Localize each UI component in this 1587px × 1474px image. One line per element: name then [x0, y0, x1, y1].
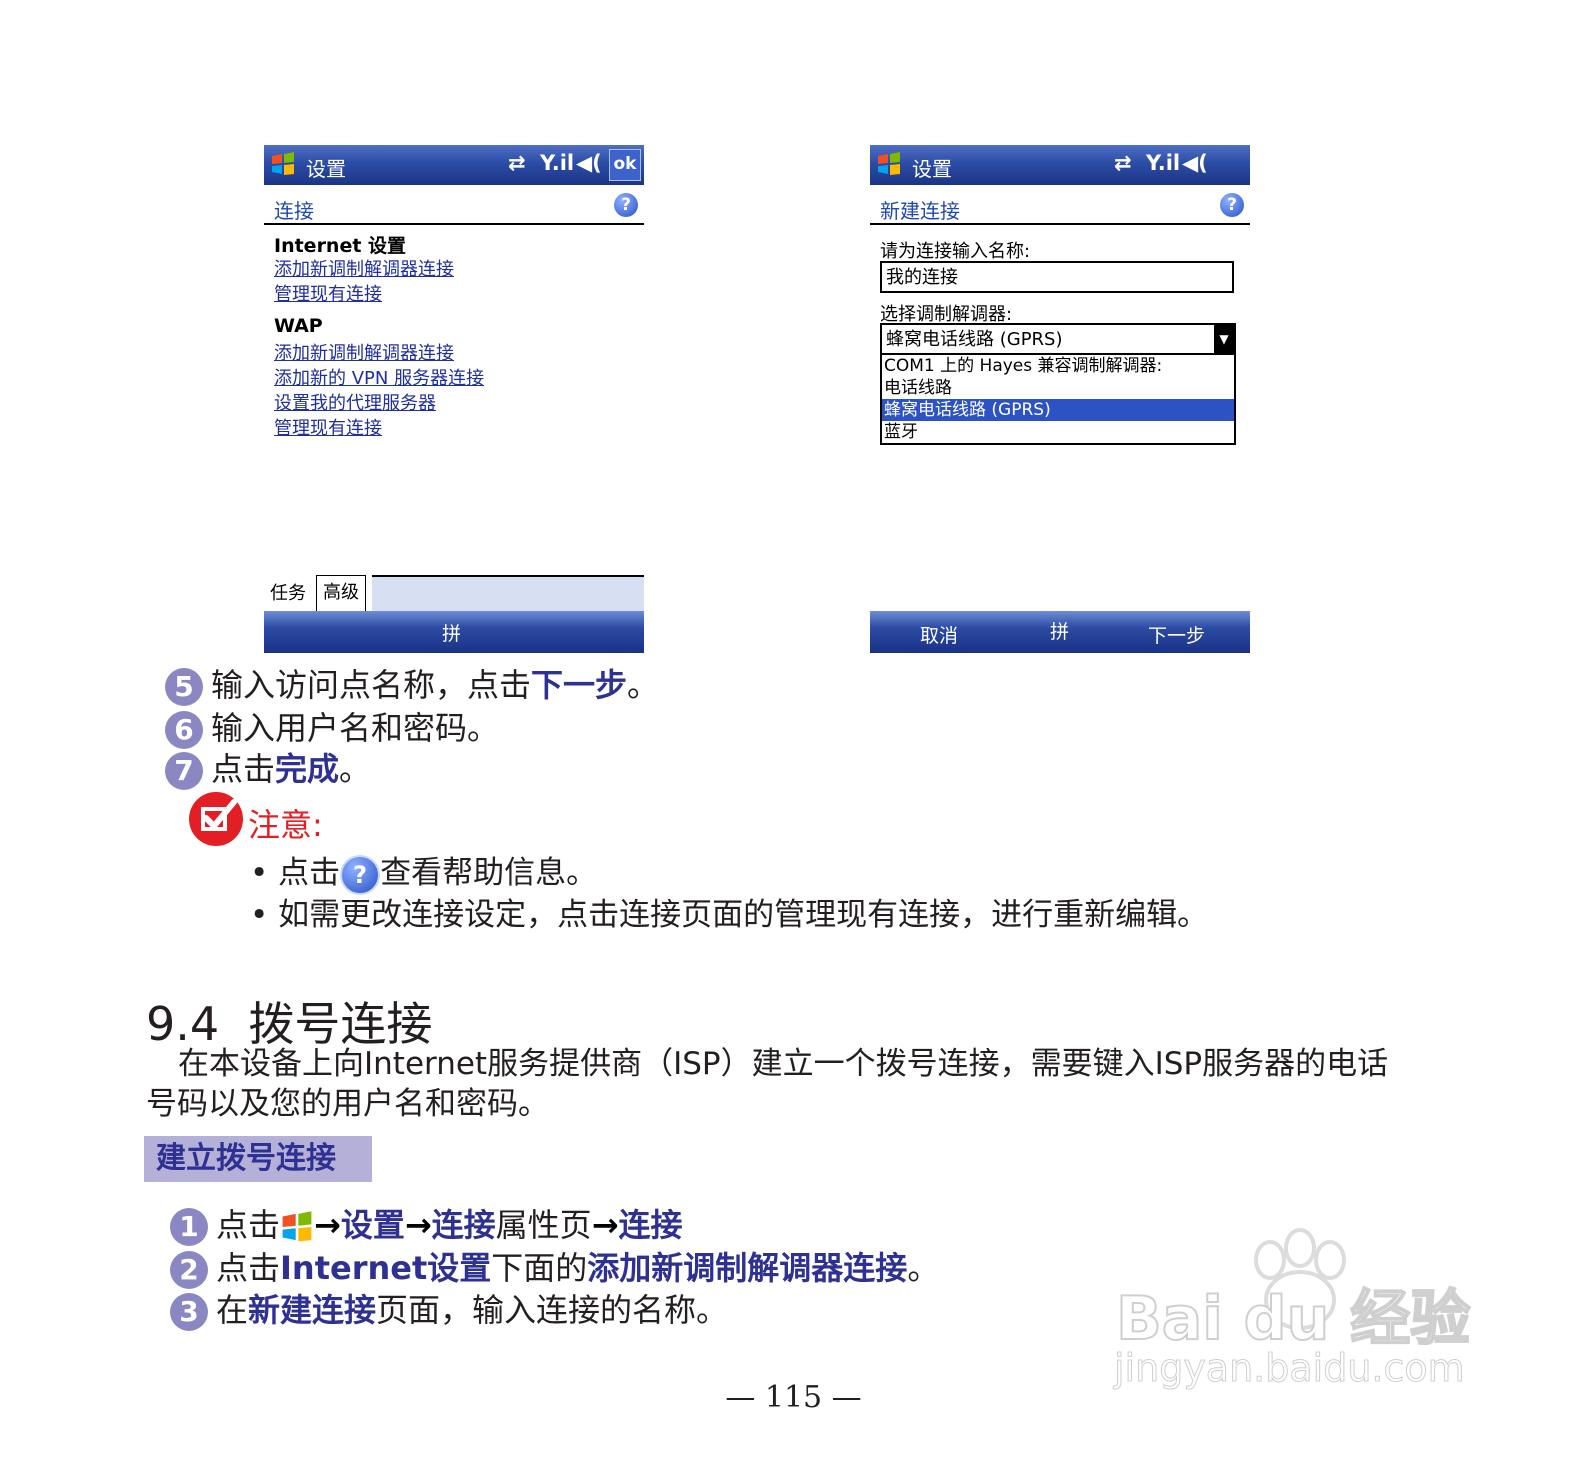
step-highlight: 下一步 — [531, 666, 628, 704]
page-subheader: 新建连接 ? — [870, 185, 1250, 225]
title-bar: 设置 ⇄ Y.il ◀( — [870, 145, 1250, 185]
step-3: 3 在新建连接页面，输入连接的名称。 — [170, 1285, 728, 1331]
modem-dropdown-list: COM1 上的 Hayes 兼容调制解调器: 电话线路 蜂窝电话线路 (GPRS… — [880, 353, 1236, 445]
window-title: 设置 — [306, 157, 346, 181]
step-text: 属性页 — [495, 1206, 592, 1244]
step-highlight: 连接 — [431, 1206, 496, 1244]
link-add-modem-connection[interactable]: 添加新调制解调器连接 — [274, 255, 454, 281]
page-number: — 115 — — [725, 1380, 862, 1415]
link-wap-manage-connections[interactable]: 管理现有连接 — [274, 414, 382, 440]
arrow-icon: → — [314, 1206, 341, 1244]
step-text-end: 。 — [627, 666, 660, 704]
step-6: 6 输入用户名和密码。 — [165, 703, 499, 749]
modem-selected-value: 蜂窝电话线路 (GPRS) — [886, 329, 1063, 350]
title-bar: 设置 ⇄ Y.il ◀( ok — [264, 145, 644, 185]
link-add-vpn-connection[interactable]: 添加新的 VPN 服务器连接 — [274, 364, 484, 390]
link-set-proxy-server[interactable]: 设置我的代理服务器 — [274, 389, 436, 415]
section-paragraph: 在本设备上向Internet服务提供商（ISP）建立一个拨号连接，需要键入ISP… — [146, 1044, 1416, 1124]
modem-option[interactable]: 电话线路 — [882, 377, 1234, 399]
windows-start-icon[interactable] — [270, 151, 296, 177]
subsection-band: 建立拨号连接 — [144, 1136, 372, 1182]
window-title: 设置 — [912, 157, 952, 181]
tab-tasks[interactable]: 任务 — [270, 579, 306, 605]
step-text: 输入访问点名称，点击 — [211, 666, 532, 704]
arrow-icon: → — [591, 1206, 619, 1244]
right-phone-screen: 设置 ⇄ Y.il ◀( 新建连接 ? 请为连接输入名称: 我的连接 选择调制解… — [870, 145, 1250, 653]
modem-option[interactable]: COM1 上的 Hayes 兼容调制解调器: — [882, 355, 1234, 377]
step-5: 5 输入访问点名称，点击下一步。 — [165, 660, 659, 706]
step-text: 下面的 — [491, 1249, 588, 1287]
modem-select[interactable]: 蜂窝电话线路 (GPRS) ▼ — [880, 323, 1236, 355]
arrow-icon: → — [404, 1206, 432, 1244]
step-highlight: 新建连接 — [248, 1291, 377, 1329]
step-number: 1 — [170, 1208, 208, 1246]
windows-start-icon[interactable] — [876, 151, 902, 177]
step-1: 1 点击 →设置→连接属性页→连接 — [170, 1200, 683, 1246]
section-heading-internet: Internet 设置 — [274, 235, 407, 257]
bullet-text: 点击 — [278, 855, 341, 891]
chevron-down-icon[interactable]: ▼ — [1214, 325, 1234, 353]
page-subheader: 连接 ? — [264, 185, 644, 225]
bullet-text: 如需更改连接设定，点击连接页面的管理现有连接，进行重新编辑。 — [278, 897, 1209, 933]
soft-key-bar: 拼 — [264, 611, 644, 653]
link-manage-connections[interactable]: 管理现有连接 — [274, 280, 382, 306]
step-text-end: 页面，输入连接的名称。 — [376, 1291, 729, 1329]
tab-advanced[interactable]: 高级 — [316, 575, 366, 613]
note-bullet-1: • 点击? 查看帮助信息。 — [250, 847, 597, 895]
step-text-end: 。 — [339, 750, 372, 788]
step-highlight: 设置 — [340, 1206, 405, 1244]
section-heading-wap: WAP — [274, 315, 323, 337]
step-text: 点击 — [216, 1249, 281, 1287]
help-icon[interactable]: ? — [1220, 193, 1244, 217]
baidu-jingyan-watermark: Bai du 经验 jingyan.baidu.com — [1110, 1220, 1490, 1400]
watermark-brand: Bai du 经验 — [1115, 1283, 1471, 1355]
step-text-end: 。 — [907, 1249, 940, 1287]
step-number: 7 — [165, 752, 203, 790]
page-title: 新建连接 — [880, 199, 960, 223]
paragraph-text: 在本设备上向Internet服务提供商（ISP）建立一个拨号连接，需要键入ISP… — [146, 1046, 1389, 1122]
modem-option[interactable]: 蓝牙 — [882, 421, 1234, 443]
note-checkbox-icon — [189, 792, 243, 846]
volume-icon[interactable]: ◀( — [576, 151, 602, 175]
connectivity-icon[interactable]: ⇄ — [508, 151, 526, 175]
step-number: 3 — [170, 1293, 208, 1331]
connectivity-icon[interactable]: ⇄ — [1114, 151, 1132, 175]
help-icon[interactable]: ? — [614, 193, 638, 217]
windows-start-icon — [282, 1211, 312, 1242]
next-button[interactable]: 下一步 — [1148, 621, 1205, 648]
note-title: 注意: — [248, 806, 323, 844]
step-number: 5 — [165, 668, 203, 706]
tab-strip-fill — [372, 575, 644, 611]
step-7: 7 点击完成。 — [165, 744, 371, 790]
left-phone-screen: 设置 ⇄ Y.il ◀( ok 连接 ? Internet 设置 添加新调制解调… — [264, 145, 644, 653]
signal-icon[interactable]: Y.il — [1146, 151, 1180, 175]
ok-button[interactable]: ok — [609, 149, 641, 181]
modem-option-selected[interactable]: 蜂窝电话线路 (GPRS) — [882, 399, 1234, 421]
soft-key-bar: 取消 拼 下一步 — [870, 611, 1250, 653]
section-number: 9.4 — [146, 997, 220, 1051]
step-text: 点击 — [211, 750, 276, 788]
volume-icon[interactable]: ◀( — [1182, 151, 1208, 175]
input-method-button[interactable]: 拼 — [1050, 617, 1069, 644]
step-2: 2 点击Internet设置下面的添加新调制解调器连接。 — [170, 1243, 939, 1289]
note-bullet-2: • 如需更改连接设定，点击连接页面的管理现有连接，进行重新编辑。 — [250, 897, 1209, 933]
section-title: 拨号连接 — [248, 997, 433, 1051]
input-method-button[interactable]: 拼 — [442, 619, 461, 646]
step-text: 点击 — [216, 1206, 281, 1244]
signal-icon[interactable]: Y.il — [540, 151, 574, 175]
connection-name-input[interactable]: 我的连接 — [880, 261, 1234, 293]
bullet-text-end: 查看帮助信息。 — [380, 855, 598, 891]
cancel-button[interactable]: 取消 — [920, 621, 958, 648]
step-highlight: 完成 — [275, 750, 340, 788]
step-text: 输入用户名和密码。 — [211, 709, 500, 747]
tab-strip: 任务 高级 — [264, 575, 644, 613]
step-text: 在 — [216, 1291, 249, 1329]
link-wap-add-modem-connection[interactable]: 添加新调制解调器连接 — [274, 339, 454, 365]
step-number: 2 — [170, 1251, 208, 1289]
step-highlight: Internet设置 — [280, 1249, 492, 1287]
page-title: 连接 — [274, 199, 314, 223]
connection-name-label: 请为连接输入名称: — [880, 241, 1031, 262]
step-highlight: 添加新调制解调器连接 — [587, 1249, 908, 1287]
step-highlight: 连接 — [618, 1206, 683, 1244]
